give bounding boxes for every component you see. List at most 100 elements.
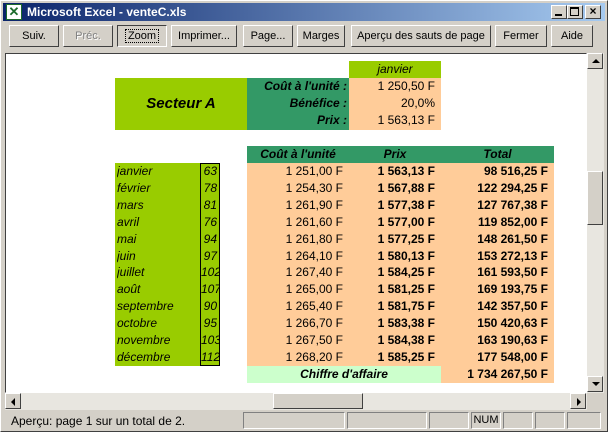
- print-preview-area[interactable]: janvier Secteur A Coût à l'unité : Bénéf…: [5, 53, 587, 393]
- row-total: 150 420,63 F: [477, 316, 548, 330]
- param-value-cost: 1 250,50 F: [377, 79, 435, 93]
- row-quantity: 112: [201, 350, 219, 364]
- previous-button[interactable]: Préc.: [63, 25, 113, 47]
- row-unit-cost: 1 261,80 F: [285, 232, 343, 246]
- param-value-margin: 20,0%: [400, 96, 435, 110]
- row-unit-cost: 1 261,90 F: [285, 198, 343, 212]
- row-price: 1 585,25 F: [377, 350, 435, 364]
- print-button[interactable]: Imprimer...: [171, 25, 237, 47]
- header-total: Total: [441, 146, 554, 163]
- row-total: 161 593,50 F: [477, 265, 548, 279]
- row-total: 127 767,38 F: [477, 198, 548, 212]
- row-quantity: 63: [203, 164, 217, 178]
- month-header: janvier: [349, 61, 441, 78]
- status-panel: [243, 412, 345, 429]
- row-month: janvier: [117, 164, 153, 178]
- row-quantity: 97: [203, 249, 217, 263]
- close-preview-button[interactable]: Fermer: [495, 25, 547, 47]
- horizontal-scroll-thumb[interactable]: [273, 393, 363, 409]
- row-total: 142 357,50 F: [477, 299, 548, 313]
- row-price: 1 581,25 F: [377, 282, 435, 296]
- row-quantity: 78: [203, 181, 217, 195]
- row-month: juillet: [117, 265, 145, 279]
- row-unit-cost: 1 251,00 F: [285, 164, 343, 178]
- scroll-right-button[interactable]: [570, 393, 586, 409]
- row-month: février: [117, 181, 151, 195]
- row-price: 1 563,13 F: [377, 164, 435, 178]
- vertical-scrollbar[interactable]: [587, 53, 604, 393]
- minimize-icon: [555, 14, 562, 16]
- param-label-cost: Coût à l'unité :: [264, 79, 347, 93]
- row-quantity: 94: [203, 232, 217, 246]
- scrollbar-corner: [587, 393, 604, 410]
- preview-page[interactable]: janvier Secteur A Coût à l'unité : Bénéf…: [6, 54, 586, 392]
- zoom-button[interactable]: Zoom: [117, 25, 167, 47]
- up-arrow-icon: [592, 59, 600, 63]
- param-label-margin: Bénéfice :: [289, 96, 347, 110]
- page-break-preview-button[interactable]: Aperçu des sauts de page: [351, 25, 491, 47]
- close-button[interactable]: ×: [585, 4, 601, 19]
- row-total: 163 190,63 F: [477, 333, 548, 347]
- param-label-price: Prix :: [316, 113, 347, 127]
- maximize-button[interactable]: [567, 5, 583, 19]
- row-month: décembre: [117, 350, 171, 364]
- excel-icon[interactable]: ✕: [6, 4, 22, 20]
- left-arrow-icon: [11, 398, 15, 406]
- sector-label: Secteur A: [146, 95, 216, 112]
- row-unit-cost: 1 267,50 F: [285, 333, 343, 347]
- help-button[interactable]: Aide: [551, 25, 593, 47]
- status-panel: [503, 412, 533, 429]
- maximize-icon: [570, 7, 579, 16]
- status-panel: [347, 412, 427, 429]
- row-month: septembre: [117, 299, 174, 313]
- title-bar[interactable]: ✕ Microsoft Excel - venteC.xls ×: [3, 3, 605, 21]
- horizontal-scrollbar[interactable]: [5, 393, 587, 410]
- scroll-down-button[interactable]: [587, 376, 603, 392]
- row-month: juin: [117, 249, 136, 263]
- row-total: 148 261,50 F: [477, 232, 548, 246]
- row-unit-cost: 1 267,40 F: [285, 265, 343, 279]
- page-setup-button[interactable]: Page...: [243, 25, 293, 47]
- row-price: 1 580,13 F: [377, 249, 435, 263]
- row-total: 122 294,25 F: [477, 181, 548, 195]
- row-quantity: 103: [201, 333, 219, 347]
- status-panel: [567, 412, 601, 429]
- close-icon: ×: [589, 4, 597, 18]
- row-quantity: 81: [203, 198, 217, 212]
- right-arrow-icon: [577, 398, 581, 406]
- vertical-scroll-thumb[interactable]: [587, 171, 603, 225]
- row-unit-cost: 1 265,00 F: [285, 282, 343, 296]
- revenue-total: 1 734 267,50 F: [441, 366, 554, 383]
- row-unit-cost: 1 265,40 F: [285, 299, 343, 313]
- param-value-price: 1 563,13 F: [377, 113, 435, 127]
- down-arrow-icon: [592, 382, 600, 386]
- excel-window: ✕ Microsoft Excel - venteC.xls × Suiv. P…: [0, 0, 608, 432]
- next-button[interactable]: Suiv.: [9, 25, 59, 47]
- preview-toolbar: Suiv. Préc. Zoom Imprimer... Page... Mar…: [3, 23, 605, 51]
- header-price: Prix: [349, 146, 441, 163]
- scroll-up-button[interactable]: [587, 53, 603, 69]
- window-title: Microsoft Excel - venteC.xls: [27, 5, 187, 19]
- row-price: 1 583,38 F: [377, 316, 435, 330]
- row-month: avril: [117, 215, 140, 229]
- row-quantity: 76: [203, 215, 217, 229]
- header-cost: Coût à l'unité: [247, 146, 349, 163]
- row-price: 1 567,88 F: [377, 181, 435, 195]
- row-total: 177 548,00 F: [477, 350, 548, 364]
- row-month: août: [117, 282, 141, 296]
- margins-button[interactable]: Marges: [297, 25, 345, 47]
- row-month: mai: [117, 232, 137, 246]
- minimize-button[interactable]: [551, 5, 567, 19]
- row-quantity: 102: [201, 265, 219, 279]
- row-total: 119 852,00 F: [477, 215, 548, 229]
- status-bar: Aperçu: page 1 sur un total de 2. NUM: [3, 411, 605, 430]
- row-unit-cost: 1 268,20 F: [285, 350, 343, 364]
- row-unit-cost: 1 264,10 F: [285, 249, 343, 263]
- row-price: 1 584,38 F: [377, 333, 435, 347]
- row-total: 153 272,13 F: [477, 249, 548, 263]
- scroll-left-button[interactable]: [5, 393, 21, 409]
- row-month: novembre: [117, 333, 171, 347]
- row-price: 1 581,75 F: [377, 299, 435, 313]
- row-price: 1 577,00 F: [377, 215, 435, 229]
- status-panel: [535, 412, 565, 429]
